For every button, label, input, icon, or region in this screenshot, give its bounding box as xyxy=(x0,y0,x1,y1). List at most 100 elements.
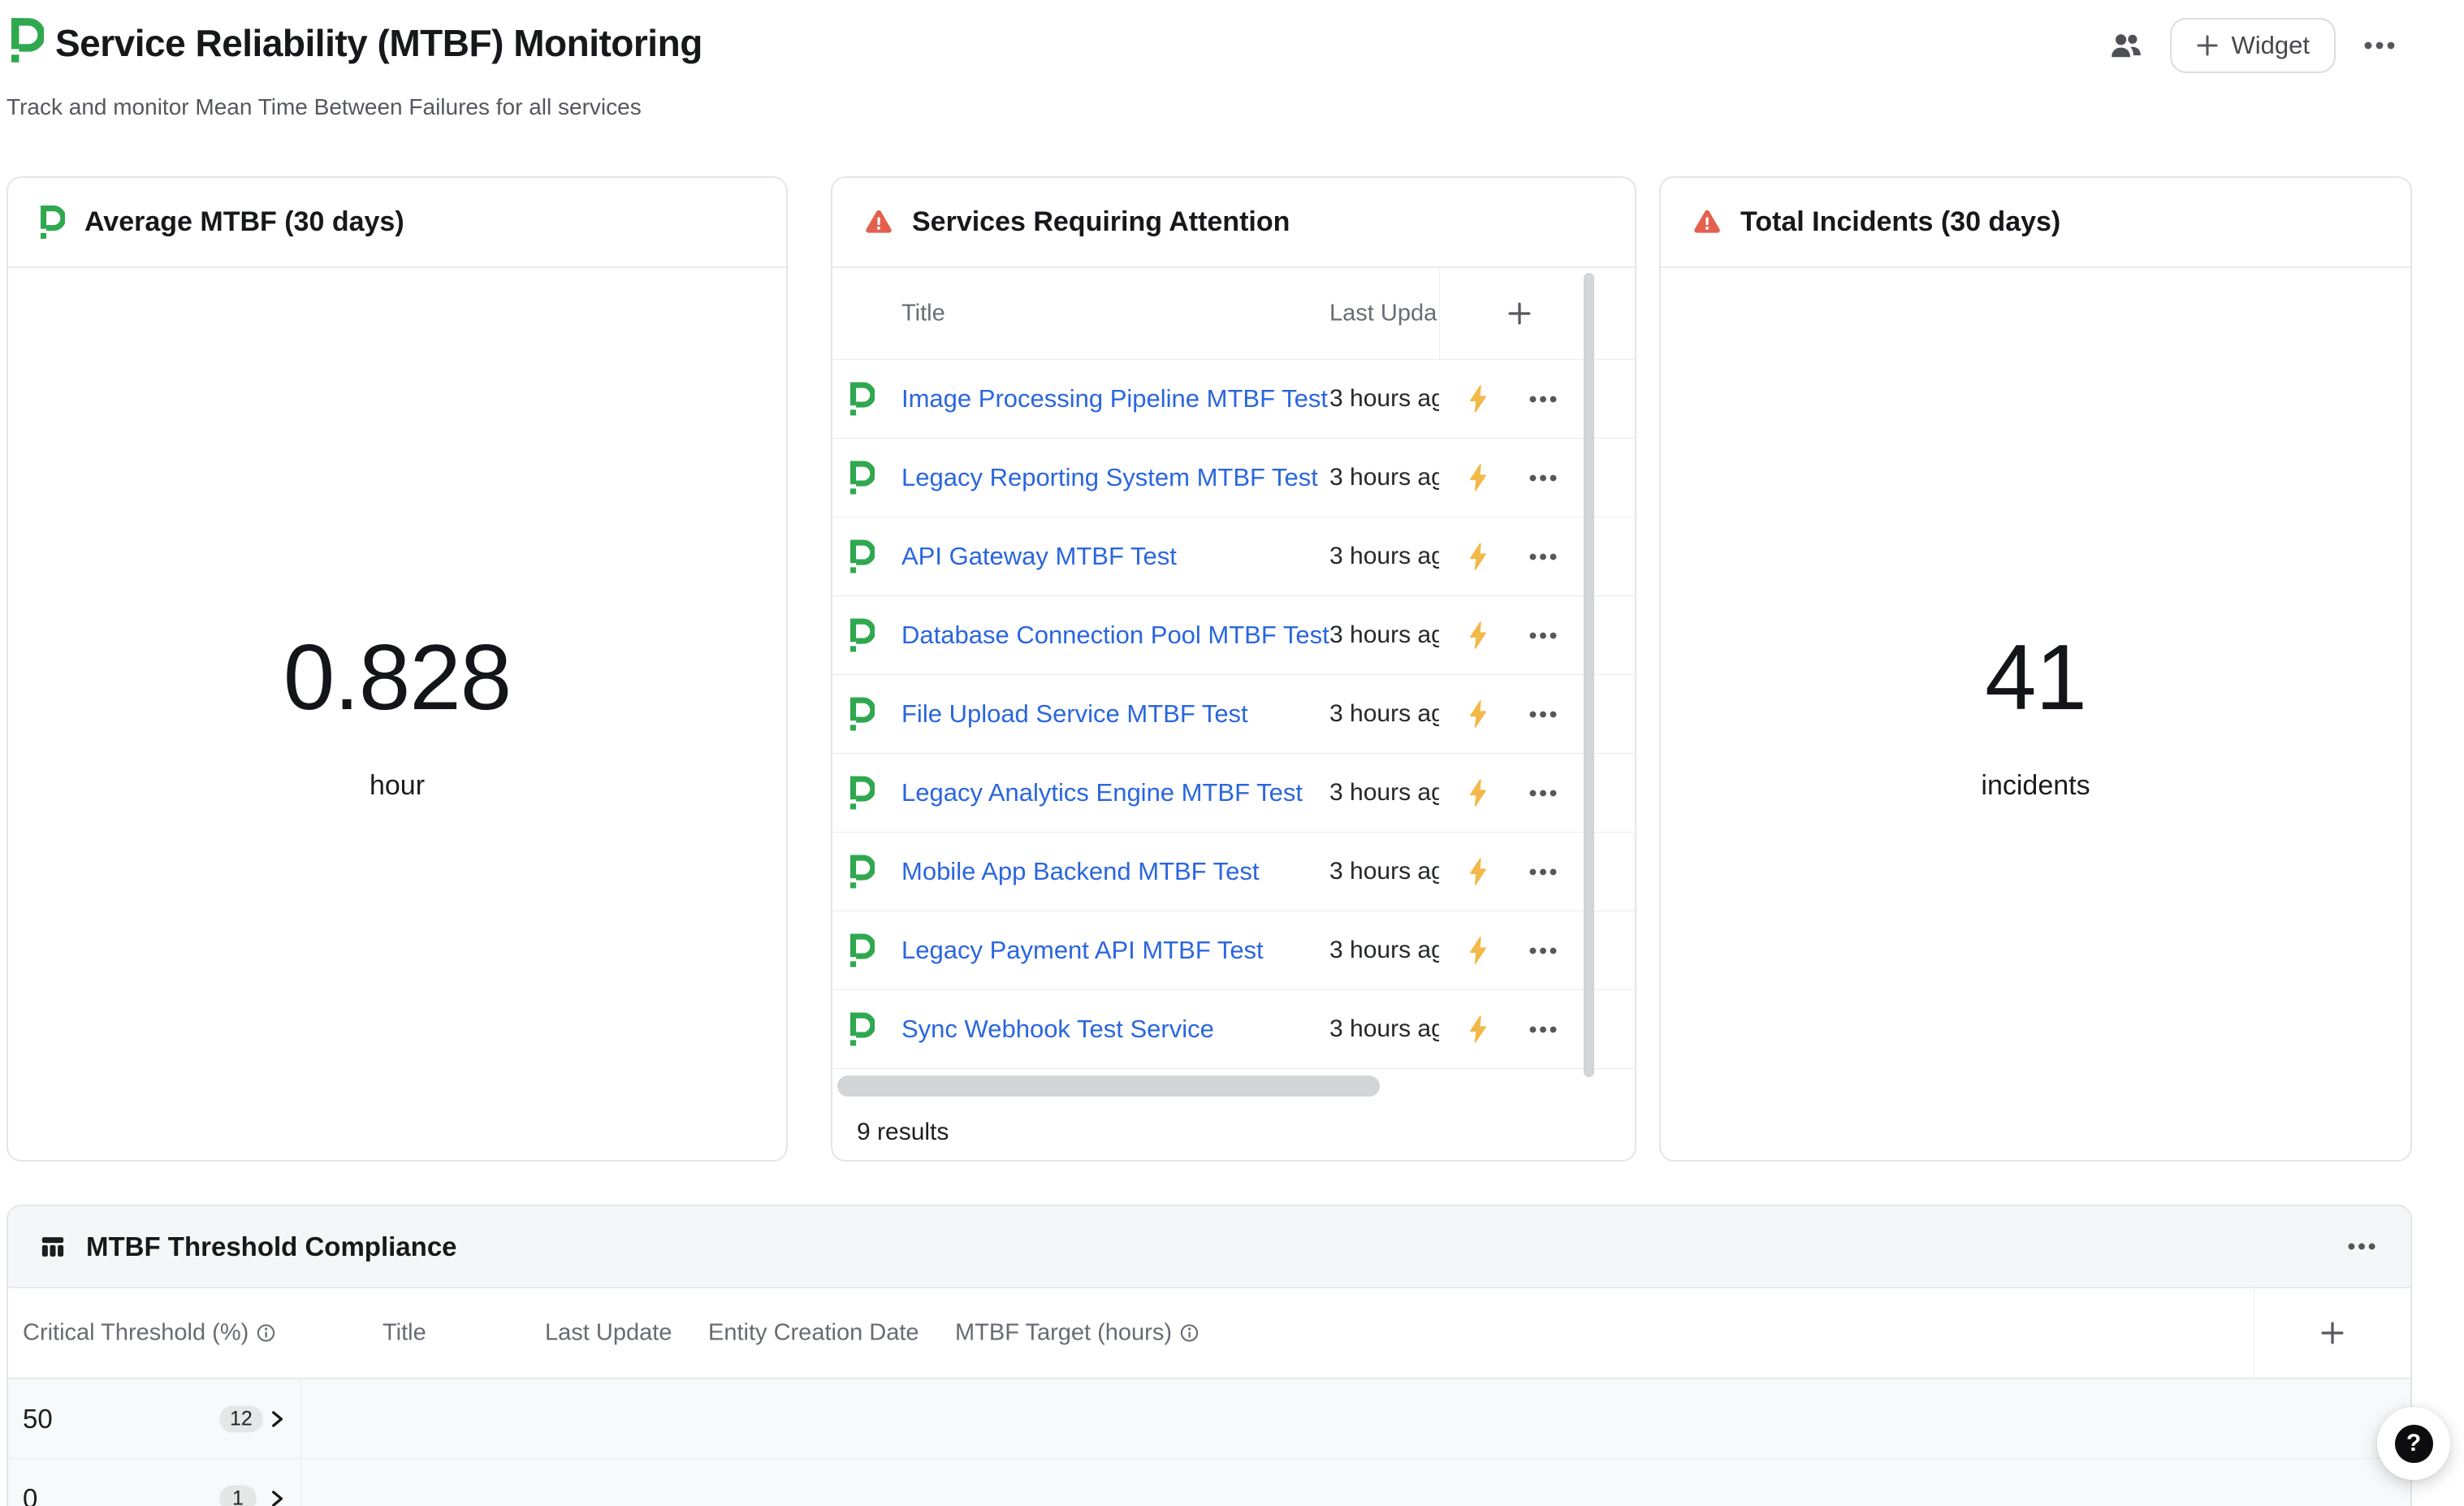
service-entity-link[interactable]: API Gateway MTBF Test xyxy=(901,542,1177,571)
chevron-right-icon[interactable] xyxy=(266,1488,287,1506)
service-entity-link[interactable]: Mobile App Backend MTBF Test xyxy=(901,857,1260,886)
ellipsis-icon xyxy=(1529,868,1557,876)
port-logo-icon xyxy=(850,539,875,573)
compliance-more-options-button[interactable] xyxy=(2344,1229,2380,1265)
service-row: Mobile App Backend MTBF Test 3 hours ag xyxy=(832,833,1635,911)
ellipsis-icon xyxy=(1529,553,1557,560)
service-row-actions xyxy=(1439,990,1635,1068)
service-last-updated: 3 hours ag xyxy=(1329,858,1439,885)
service-row-more-button[interactable] xyxy=(1527,540,1559,573)
help-button[interactable]: ? xyxy=(2377,1407,2450,1480)
service-row-more-button[interactable] xyxy=(1527,461,1559,494)
lightning-action-icon[interactable] xyxy=(1467,1015,1489,1043)
total-incidents-card-header: Total Incidents (30 days) xyxy=(1661,178,2410,268)
compliance-group-rows: 50 12 0 1 xyxy=(8,1379,2410,1506)
ellipsis-icon xyxy=(1529,396,1557,403)
page-title: Service Reliability (MTBF) Monitoring xyxy=(55,21,702,65)
service-row-actions xyxy=(1439,439,1635,517)
dashboard-screen: Service Reliability (MTBF) Monitoring Tr… xyxy=(0,0,2464,1506)
info-icon[interactable] xyxy=(1180,1324,1199,1343)
threshold-group-row[interactable]: 50 12 xyxy=(8,1379,2410,1459)
total-incidents-card: Total Incidents (30 days) 41 incidents xyxy=(1659,176,2412,1162)
port-logo-icon xyxy=(850,776,875,810)
lightning-action-icon[interactable] xyxy=(1467,385,1489,413)
page-header: Service Reliability (MTBF) Monitoring Tr… xyxy=(0,0,2464,138)
group-count-badge: 1 xyxy=(219,1485,257,1506)
lightning-action-icon[interactable] xyxy=(1467,543,1489,570)
compliance-header: MTBF Threshold Compliance xyxy=(8,1206,2410,1288)
add-widget-label: Widget xyxy=(2232,31,2310,60)
total-incidents-value: 41 xyxy=(1985,625,2086,731)
service-entity-link[interactable]: Legacy Analytics Engine MTBF Test xyxy=(901,778,1303,807)
service-entity-link[interactable]: Legacy Payment API MTBF Test xyxy=(901,936,1264,965)
service-row-more-button[interactable] xyxy=(1527,777,1559,809)
service-row-actions xyxy=(1439,517,1635,595)
ellipsis-icon xyxy=(1529,632,1557,639)
service-row-actions xyxy=(1439,596,1635,674)
services-attention-card: Services Requiring Attention Title Last … xyxy=(831,176,1636,1162)
services-table: Title Last Upda Image Processing Pipelin… xyxy=(832,268,1635,1103)
page-more-options-button[interactable] xyxy=(2363,29,2396,62)
lightning-action-icon[interactable] xyxy=(1467,858,1489,885)
service-entity-link[interactable]: Sync Webhook Test Service xyxy=(901,1015,1214,1044)
plus-icon xyxy=(1507,301,1532,326)
lightning-action-icon[interactable] xyxy=(1467,779,1489,807)
lightning-action-icon[interactable] xyxy=(1467,937,1489,964)
info-icon[interactable] xyxy=(257,1324,275,1343)
service-entity-link[interactable]: Legacy Reporting System MTBF Test xyxy=(901,463,1318,492)
service-row-actions xyxy=(1439,911,1635,989)
critical-threshold-column-header: Critical Threshold (%) xyxy=(23,1320,275,1347)
add-column-button[interactable] xyxy=(2320,1321,2345,1345)
avg-mtbf-unit: hour xyxy=(370,770,425,802)
port-logo-icon xyxy=(850,382,875,416)
service-last-updated: 3 hours ag xyxy=(1329,779,1439,807)
page-subtitle: Track and monitor Mean Time Between Fail… xyxy=(6,94,642,120)
port-logo-icon xyxy=(850,855,875,889)
service-row-more-button[interactable] xyxy=(1527,619,1559,651)
threshold-value: 0 xyxy=(23,1483,37,1506)
threshold-group-row[interactable]: 0 1 xyxy=(8,1459,2410,1506)
column-label: MTBF Target (hours) xyxy=(955,1320,1172,1347)
plus-icon xyxy=(2196,34,2219,57)
service-row-more-button[interactable] xyxy=(1527,698,1559,730)
ellipsis-icon xyxy=(1529,1026,1557,1033)
service-row-more-button[interactable] xyxy=(1527,934,1559,967)
service-row: API Gateway MTBF Test 3 hours ag xyxy=(832,517,1635,596)
service-row-more-button[interactable] xyxy=(1527,1013,1559,1045)
service-last-updated: 3 hours ag xyxy=(1329,543,1439,570)
service-row: Database Connection Pool MTBF Test 3 hou… xyxy=(832,596,1635,675)
service-last-updated: 3 hours ag xyxy=(1329,1015,1439,1043)
chevron-right-icon[interactable] xyxy=(266,1409,287,1430)
mtbf-threshold-compliance-card: MTBF Threshold Compliance Critical Thres… xyxy=(6,1205,2412,1506)
service-entity-link[interactable]: Image Processing Pipeline MTBF Test xyxy=(901,384,1328,413)
lightning-action-icon[interactable] xyxy=(1467,464,1489,491)
service-entity-link[interactable]: Database Connection Pool MTBF Test xyxy=(901,621,1329,650)
lightning-action-icon[interactable] xyxy=(1467,621,1489,649)
port-logo-icon xyxy=(850,697,875,731)
port-logo-icon xyxy=(11,18,44,63)
ellipsis-icon xyxy=(1529,947,1557,954)
service-row: Legacy Analytics Engine MTBF Test 3 hour… xyxy=(832,754,1635,833)
threshold-value: 50 xyxy=(23,1404,53,1435)
ellipsis-icon xyxy=(1529,711,1557,718)
service-last-updated: 3 hours ag xyxy=(1329,621,1439,649)
lightning-action-icon[interactable] xyxy=(1467,700,1489,728)
people-icon[interactable] xyxy=(2110,32,2142,59)
add-column-button[interactable] xyxy=(1502,296,1537,331)
horizontal-scrollbar[interactable] xyxy=(837,1075,1380,1097)
service-row-more-button[interactable] xyxy=(1527,855,1559,888)
service-entity-link[interactable]: File Upload Service MTBF Test xyxy=(901,699,1248,729)
total-incidents-unit: incidents xyxy=(1981,770,2090,802)
table-icon xyxy=(41,1235,65,1259)
ellipsis-icon xyxy=(2364,41,2395,50)
service-last-updated: 3 hours ag xyxy=(1329,385,1439,413)
ellipsis-icon xyxy=(2347,1243,2376,1250)
services-table-header: Title Last Upda xyxy=(832,268,1635,360)
services-card-header: Services Requiring Attention xyxy=(832,178,1635,268)
vertical-scrollbar[interactable] xyxy=(1584,273,1594,1077)
last-updated-column-header: Last Upda xyxy=(1329,301,1439,327)
port-logo-icon xyxy=(850,933,875,967)
add-widget-button[interactable]: Widget xyxy=(2170,18,2336,73)
service-row-more-button[interactable] xyxy=(1527,383,1559,415)
title-column-header: Title xyxy=(901,301,945,327)
